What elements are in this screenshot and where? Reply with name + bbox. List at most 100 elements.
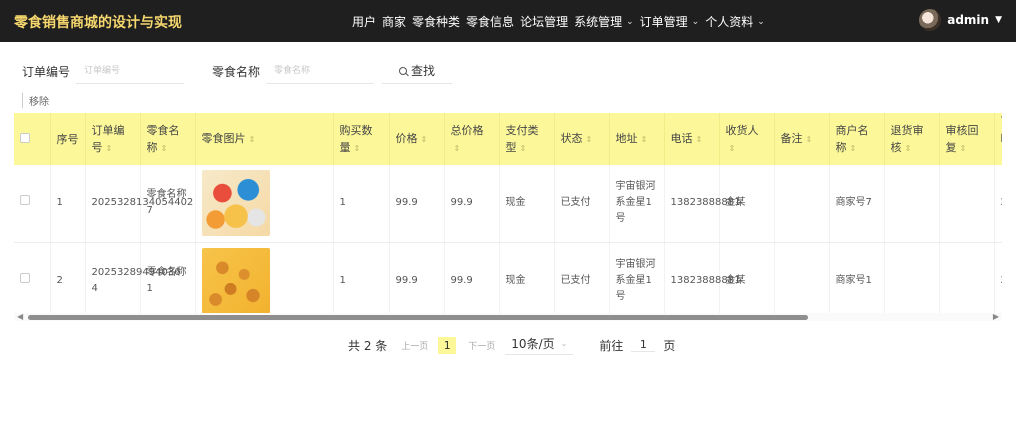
sort-icon[interactable]: ⇕	[586, 135, 593, 144]
column-header[interactable]: 电话 ⇕	[664, 113, 720, 165]
column-header[interactable]: 价格 ⇕	[389, 113, 445, 165]
prev-page-button[interactable]: 上一页	[401, 339, 428, 352]
page-size-select[interactable]: 10条/页 ⌄	[505, 335, 574, 355]
sort-icon[interactable]: ⇕	[520, 144, 527, 153]
select-all-checkbox[interactable]	[20, 132, 30, 143]
nav-item-7[interactable]: 个人资料 ⌄	[705, 13, 765, 30]
column-header[interactable]: 退货审核 ⇕	[884, 113, 940, 165]
cell-text: 2	[56, 274, 63, 286]
cell-text: 宇宙银河系金星1号	[615, 181, 656, 225]
nav-item-label: 订单管理	[639, 15, 688, 29]
sort-icon[interactable]: ⇕	[454, 144, 461, 153]
sort-icon[interactable]: ⇕	[729, 144, 736, 153]
search-bar: 订单编号 零食名称 查找	[22, 57, 453, 85]
cell-text: 1	[339, 197, 346, 209]
search-button[interactable]: 查找	[382, 58, 453, 84]
sort-icon[interactable]: ⇕	[106, 144, 113, 153]
cell-text: 商家号1	[835, 274, 872, 286]
cell-time: 2-9	[994, 242, 1002, 313]
column-header-label: 地址	[615, 132, 638, 145]
order-no-input[interactable]	[76, 58, 185, 84]
goto-suffix: 页	[663, 338, 676, 353]
cell-text: 现金	[505, 274, 526, 286]
sort-icon[interactable]: ⇕	[806, 135, 813, 144]
top-navbar: 零食销售商城的设计与实现 用户 商家 零食种类 零食信息 论坛管理 系统管理 ⌄ 订单管理 ⌄ 个…	[0, 0, 1016, 42]
page-1-button[interactable]: 1	[438, 336, 457, 354]
column-header[interactable]: 支付类型 ⇕	[499, 113, 555, 165]
column-header[interactable]: 下单时间⇕	[994, 113, 1002, 165]
row-select-cell	[14, 165, 51, 243]
column-header-label: 收货人	[725, 123, 759, 137]
column-header-label: 零食图片	[201, 132, 246, 145]
snack-name-label: 零食名称	[212, 64, 261, 79]
snack-name-input[interactable]	[266, 58, 375, 84]
column-header[interactable]: 地址 ⇕	[609, 113, 665, 165]
cell-text: 零食名称1	[146, 266, 187, 294]
cell-merchant: 商家号7	[829, 165, 885, 243]
column-header[interactable]: 备注 ⇕	[774, 113, 830, 165]
chevron-down-icon: ⌄	[560, 339, 568, 348]
sort-icon[interactable]: ⇕	[249, 135, 256, 144]
scroll-left-icon[interactable]: ◀	[17, 312, 23, 321]
cell-text: 金某	[725, 197, 746, 209]
table-row[interactable]: 1 2025328134054402 零食名称7 1 99.9 99.9 现金 已支付 宇宙银河…	[14, 165, 1002, 243]
nav-item-label: 商家	[382, 15, 407, 29]
cell-image	[195, 165, 334, 243]
cell-text: 99.9	[395, 197, 418, 209]
nav-item-4[interactable]: 论坛管理	[520, 13, 568, 30]
sort-icon[interactable]: ⇕	[960, 144, 967, 153]
horizontal-scrollbar[interactable]: ◀ ▶	[14, 312, 1002, 321]
sort-icon[interactable]: ⇕	[354, 144, 361, 153]
column-header[interactable]: 状态 ⇕	[554, 113, 610, 165]
nav-item-0[interactable]: 用户	[352, 13, 376, 30]
user-menu[interactable]: admin ▼	[919, 9, 1002, 31]
avatar[interactable]	[919, 9, 942, 31]
cell-refund-review	[884, 242, 940, 313]
column-header[interactable]: 零食图片 ⇕	[195, 113, 334, 165]
row-checkbox[interactable]	[20, 272, 30, 283]
column-header[interactable]: 零食名称 ⇕	[140, 113, 196, 165]
nav-item-label: 用户	[352, 15, 377, 29]
column-header-label: 电话	[670, 132, 693, 145]
sort-icon[interactable]: ⇕	[161, 144, 168, 153]
column-header[interactable]: 订单编号 ⇕	[85, 113, 141, 165]
nav-item-1[interactable]: 商家	[382, 13, 406, 30]
sort-icon[interactable]: ⇕	[850, 144, 857, 153]
nav-item-2[interactable]: 零食种类	[412, 13, 460, 30]
snack-image[interactable]	[201, 247, 270, 313]
next-page-button[interactable]: 下一页	[468, 339, 495, 352]
cell-status: 已支付	[554, 242, 610, 313]
cell-address: 宇宙银河系金星1号	[609, 242, 665, 313]
cell-text: 99.9	[395, 274, 418, 286]
nav-item-5[interactable]: 系统管理 ⌄	[574, 13, 634, 30]
sort-icon[interactable]: ⇕	[641, 135, 648, 144]
caret-down-icon[interactable]: ▼	[995, 15, 1002, 25]
sort-icon[interactable]: ⇕	[421, 135, 428, 144]
column-header[interactable]: 审核回复 ⇕	[939, 113, 995, 165]
username[interactable]: admin	[947, 13, 989, 27]
nav-item-6[interactable]: 订单管理 ⌄	[640, 13, 700, 30]
row-checkbox[interactable]	[20, 195, 30, 206]
snack-image[interactable]	[201, 170, 270, 237]
nav-item-3[interactable]: 零食信息	[466, 13, 514, 30]
column-header[interactable]: 总价格 ⇕	[444, 113, 500, 165]
scroll-right-icon[interactable]: ▶	[993, 312, 999, 321]
column-header-label: 价格	[395, 132, 418, 145]
cell-price: 99.9	[389, 242, 445, 313]
column-header[interactable]: 购买数量 ⇕	[333, 113, 390, 165]
goto-page-input[interactable]: 1	[631, 338, 656, 352]
column-header[interactable]: 商户名称 ⇕	[829, 113, 885, 165]
column-header[interactable]: 序号	[50, 113, 86, 165]
table-header-row: 序号 订单编号 ⇕ 零食名称 ⇕ 零食图片 ⇕ 购买数量 ⇕ 价格 ⇕ 总价格⇕ 支付类型 ⇕ 状态 ⇕ 地址 ⇕…	[14, 113, 1002, 165]
remove-button[interactable]: 移除	[22, 93, 49, 108]
scrollbar-thumb[interactable]	[28, 315, 808, 320]
cell-pay-type: 现金	[499, 165, 555, 243]
column-header-label: 序号	[56, 132, 79, 146]
sort-icon[interactable]: ⇕	[905, 144, 912, 153]
sort-icon[interactable]: ⇕	[696, 135, 703, 144]
table-row[interactable]: 2 20253289494036 4 零食名称1 1 99.9 99.9 现金 已支付 宇宙银河…	[14, 242, 1002, 313]
column-header[interactable]: 收货人 ⇕	[719, 113, 775, 165]
row-select-cell	[14, 242, 51, 313]
cell-review-reply	[939, 165, 995, 243]
cell-time: 2-0	[994, 165, 1002, 243]
